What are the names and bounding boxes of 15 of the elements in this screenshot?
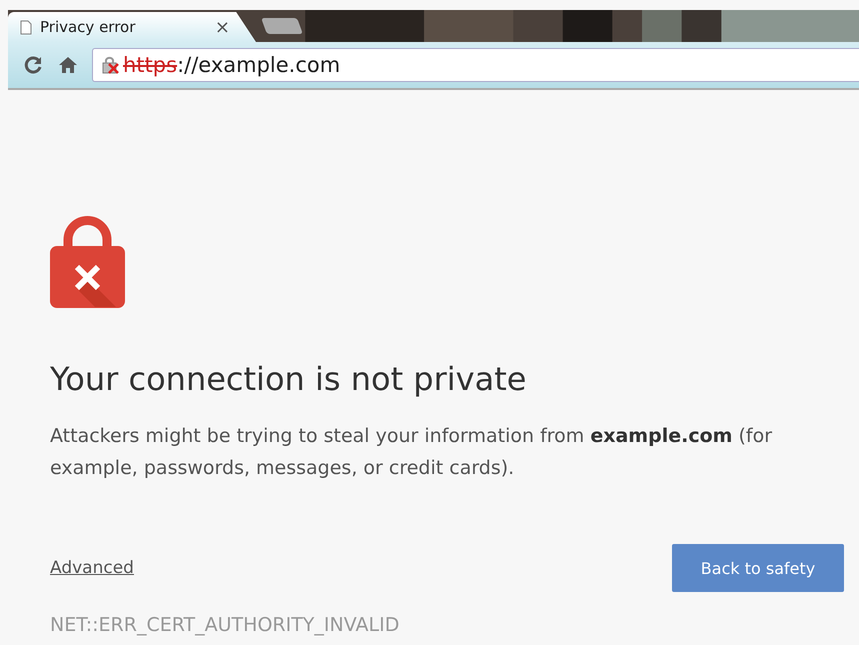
home-icon[interactable]: [58, 55, 78, 75]
address-bar[interactable]: https://example.com: [92, 48, 859, 82]
advanced-link[interactable]: Advanced: [50, 558, 134, 578]
lock-error-icon: [50, 216, 125, 308]
error-heading: Your connection is not private: [50, 360, 528, 398]
broken-lock-icon: [101, 55, 121, 75]
reload-icon[interactable]: [24, 55, 44, 75]
error-code: NET::ERR_CERT_AUTHORITY_INVALID: [50, 614, 400, 636]
tab-title: Privacy error: [40, 18, 136, 36]
close-icon[interactable]: ×: [214, 16, 230, 38]
browser-tab[interactable]: Privacy error ×: [8, 12, 256, 42]
url-text: https://example.com: [123, 53, 340, 77]
error-message: Attackers might be trying to steal your information from example.com (for example, passwords, messages, or credit cards).: [50, 424, 774, 481]
page-icon: [20, 20, 32, 34]
back-to-safety-button[interactable]: Back to safety: [672, 544, 844, 592]
